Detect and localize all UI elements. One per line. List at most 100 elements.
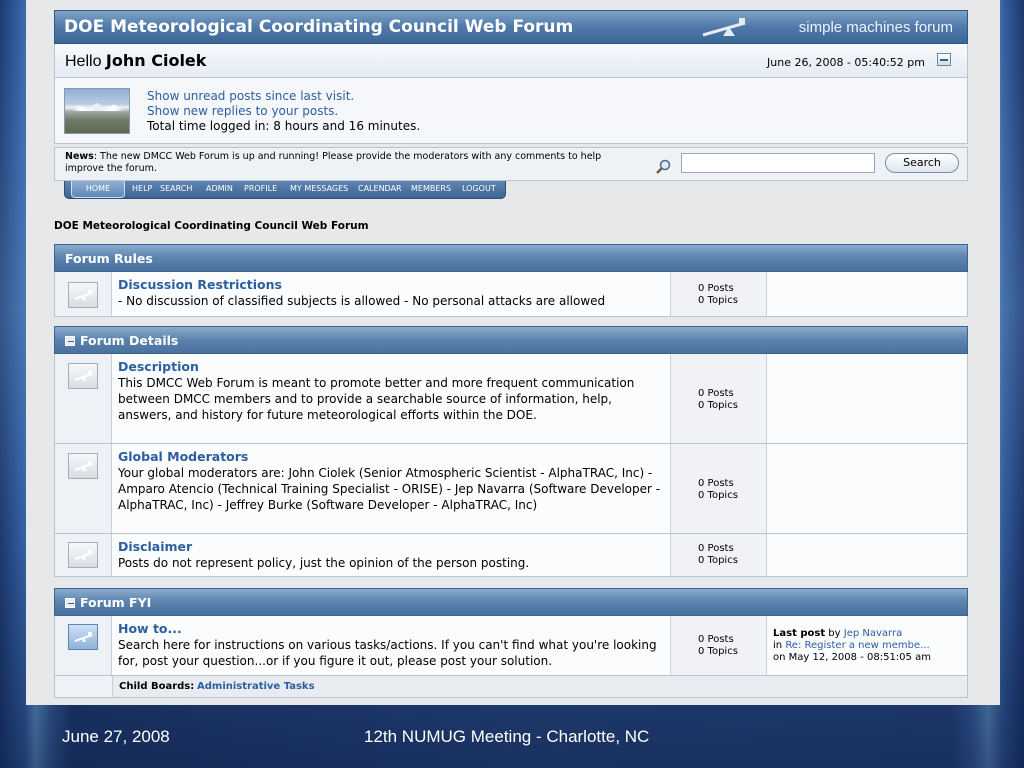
search-input[interactable] (681, 153, 875, 173)
topics-count: 0 Topics (698, 295, 738, 306)
menu-tab-calendar[interactable]: CALENDAR (358, 184, 402, 193)
forum-title: DOE Meteorological Coordinating Council … (64, 17, 574, 37)
board-info: Disclaimer Posts do not represent policy… (112, 534, 671, 576)
posts-count: 0 Posts (698, 388, 734, 399)
last-post-cell (767, 354, 967, 443)
last-post-in: in Re: Register a new membe... (773, 640, 930, 652)
posts-count: 0 Posts (698, 634, 734, 645)
board-row-global-moderators: Global Moderators Your global moderators… (54, 444, 968, 534)
board-info: Global Moderators Your global moderators… (112, 444, 671, 533)
category-title: Forum FYI (65, 595, 151, 610)
board-status-icon (68, 363, 98, 389)
greeting: Hello John Ciolek (65, 51, 206, 71)
last-post-by: Last post by Jep Navarra (773, 628, 902, 640)
posts-count: 0 Posts (698, 543, 734, 554)
search-button[interactable]: Search (885, 153, 959, 173)
category-header-forum-fyi[interactable]: Forum FYI (54, 588, 968, 616)
posts-count: 0 Posts (698, 478, 734, 489)
last-post-in-word: in (773, 640, 783, 651)
seesaw-logo-icon (702, 18, 746, 37)
last-post-cell: Last post by Jep Navarra in Re: Register… (767, 616, 967, 675)
board-stats: 0 Posts 0 Topics (671, 444, 767, 533)
menu-tab-home[interactable]: HOME (71, 181, 125, 198)
last-post-cell (767, 534, 967, 576)
board-stats: 0 Posts 0 Topics (671, 616, 767, 675)
child-boards-cell: Child Boards: Administrative Tasks (112, 676, 967, 697)
board-name-link[interactable]: How to... (118, 621, 182, 636)
board-stats: 0 Posts 0 Topics (671, 272, 767, 316)
topics-count: 0 Topics (698, 646, 738, 657)
slide-footer-meeting: 12th NUMUG Meeting - Charlotte, NC (364, 727, 650, 746)
collapse-category-icon[interactable] (65, 336, 75, 346)
menu-tab-profile[interactable]: PROFILE (244, 184, 277, 193)
last-post-label: Last post (773, 628, 826, 639)
greeting-word: Hello (65, 53, 102, 70)
menu-tab-logout[interactable]: LOGOUT (462, 184, 496, 193)
category-title: Forum Details (65, 333, 178, 348)
user-greeting-bar: Hello John Ciolek June 26, 2008 - 05:40:… (54, 44, 968, 78)
smf-logo-text: simple machines forum (798, 19, 953, 36)
board-name-link[interactable]: Discussion Restrictions (118, 277, 282, 292)
unread-posts-link[interactable]: Show unread posts since last visit. (147, 89, 354, 103)
board-info: Description This DMCC Web Forum is meant… (112, 354, 671, 443)
child-boards-label: Child Boards: (119, 681, 195, 692)
topics-count: 0 Topics (698, 400, 738, 411)
menu-tab-my-messages[interactable]: MY MESSAGES (290, 184, 348, 193)
child-board-link-administrative-tasks[interactable]: Administrative Tasks (197, 681, 315, 692)
collapse-category-icon[interactable] (65, 598, 75, 608)
last-post-author-link[interactable]: Jep Navarra (844, 628, 902, 639)
avatar (64, 88, 130, 134)
category-title-text: Forum Details (80, 333, 179, 348)
board-description: This DMCC Web Forum is meant to promote … (118, 376, 635, 422)
topics-count: 0 Topics (698, 555, 738, 566)
collapse-header-button[interactable] (937, 53, 951, 66)
board-description: Your global moderators are: John Ciolek … (118, 466, 661, 512)
board-icon-cell (55, 616, 112, 675)
posts-count: 0 Posts (698, 283, 734, 294)
board-name-link[interactable]: Disclaimer (118, 539, 192, 554)
menu-tab-members[interactable]: MEMBERS (411, 184, 451, 193)
category-header-forum-rules[interactable]: Forum Rules (54, 244, 968, 272)
board-icon-cell (55, 272, 112, 316)
child-boards-row: Child Boards: Administrative Tasks (54, 676, 968, 698)
last-post-cell (767, 272, 967, 316)
breadcrumb[interactable]: DOE Meteorological Coordinating Council … (54, 220, 369, 232)
board-icon-cell (55, 444, 112, 533)
last-post-date: on May 12, 2008 - 08:51:05 am (773, 652, 931, 663)
forum-screenshot: DOE Meteorological Coordinating Council … (26, 0, 1000, 705)
menu-tab-search[interactable]: SEARCH (160, 184, 192, 193)
news-body: : The new DMCC Web Forum is up and runni… (65, 151, 602, 174)
board-info: How to... Search here for instructions o… (112, 616, 671, 675)
category-title: Forum Rules (65, 251, 153, 266)
board-row-description: Description This DMCC Web Forum is meant… (54, 354, 968, 444)
board-description: Posts do not represent policy, just the … (118, 556, 530, 570)
board-name-link[interactable]: Description (118, 359, 199, 374)
current-datetime: June 26, 2008 - 05:40:52 pm (767, 56, 925, 69)
board-info: Discussion Restrictions - No discussion … (112, 272, 671, 316)
menu-tab-help[interactable]: HELP (132, 184, 152, 193)
child-boards-label-text: Child Boards (119, 681, 191, 692)
news-label: News (65, 151, 94, 162)
forum-title-bar: DOE Meteorological Coordinating Council … (54, 10, 968, 44)
slide-footer-date: June 27, 2008 (62, 727, 170, 746)
news-text: News: The new DMCC Web Forum is up and r… (65, 151, 625, 175)
board-stats: 0 Posts 0 Topics (671, 354, 767, 443)
last-post-by-word: by (828, 628, 841, 639)
board-status-icon (68, 542, 98, 568)
board-status-icon (68, 282, 98, 308)
last-post-topic-link[interactable]: Re: Register a new membe... (785, 640, 929, 651)
main-menu: HOME HELP SEARCH ADMIN PROFILE MY MESSAG… (64, 181, 506, 199)
board-row-how-to: How to... Search here for instructions o… (54, 616, 968, 676)
last-post-cell (767, 444, 967, 533)
board-status-icon (68, 453, 98, 479)
menu-tab-admin[interactable]: ADMIN (206, 184, 233, 193)
magnifier-icon (656, 159, 671, 174)
time-logged-in: Total time logged in: 8 hours and 16 min… (147, 119, 421, 133)
board-stats: 0 Posts 0 Topics (671, 534, 767, 576)
board-name-link[interactable]: Global Moderators (118, 449, 248, 464)
new-replies-link[interactable]: Show new replies to your posts. (147, 104, 338, 118)
user-info-panel: Show unread posts since last visit. Show… (54, 78, 968, 144)
topics-count: 0 Topics (698, 490, 738, 501)
category-header-forum-details[interactable]: Forum Details (54, 326, 968, 354)
board-row-discussion-restrictions: Discussion Restrictions - No discussion … (54, 272, 968, 317)
